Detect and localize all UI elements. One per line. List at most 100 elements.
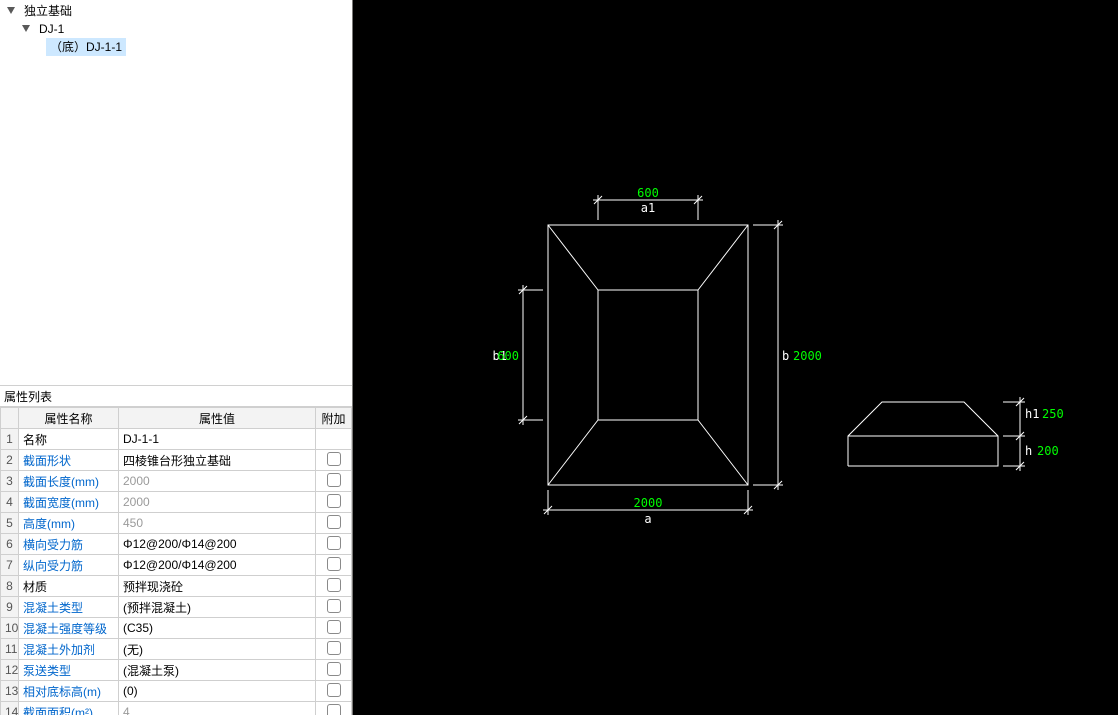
- property-value[interactable]: (无): [119, 639, 316, 660]
- dim-b: b 2000: [753, 220, 822, 490]
- dim-a-value: 2000: [634, 496, 663, 510]
- property-name: 截面宽度(mm): [19, 492, 119, 513]
- property-extra[interactable]: [316, 660, 352, 681]
- col-index-header: [1, 408, 19, 429]
- row-index: 9: [1, 597, 19, 618]
- property-row[interactable]: 2截面形状四棱锥台形独立基础: [1, 450, 352, 471]
- checkbox-icon[interactable]: [327, 578, 341, 592]
- property-row[interactable]: 5高度(mm)450: [1, 513, 352, 534]
- property-extra[interactable]: [316, 597, 352, 618]
- property-value[interactable]: 2000: [119, 492, 316, 513]
- dim-a-label: a: [644, 512, 651, 526]
- col-extra-header: 附加: [316, 408, 352, 429]
- property-row[interactable]: 11混凝土外加剂(无): [1, 639, 352, 660]
- checkbox-icon[interactable]: [327, 704, 341, 715]
- checkbox-icon[interactable]: [327, 452, 341, 466]
- row-index: 2: [1, 450, 19, 471]
- property-value[interactable]: 4: [119, 702, 316, 715]
- property-row[interactable]: 4截面宽度(mm)2000: [1, 492, 352, 513]
- property-row[interactable]: 7纵向受力筋Φ12@200/Φ14@200: [1, 555, 352, 576]
- tree-collapse-icon[interactable]: [21, 24, 31, 34]
- checkbox-icon[interactable]: [327, 494, 341, 508]
- property-value[interactable]: 2000: [119, 471, 316, 492]
- property-extra[interactable]: [316, 555, 352, 576]
- property-value[interactable]: (C35): [119, 618, 316, 639]
- property-name: 横向受力筋: [19, 534, 119, 555]
- property-name: 材质: [19, 576, 119, 597]
- checkbox-icon[interactable]: [327, 662, 341, 676]
- property-name: 混凝土强度等级: [19, 618, 119, 639]
- property-extra[interactable]: [316, 702, 352, 715]
- property-row[interactable]: 1名称DJ-1-1: [1, 429, 352, 450]
- checkbox-icon[interactable]: [327, 515, 341, 529]
- property-value[interactable]: Φ12@200/Φ14@200: [119, 534, 316, 555]
- dim-h1-value: 250: [1042, 407, 1064, 421]
- checkbox-icon[interactable]: [327, 473, 341, 487]
- elevation-view: h 200 h1 250: [848, 397, 1064, 471]
- property-extra[interactable]: [316, 450, 352, 471]
- component-tree: 独立基础 DJ-1 （底）DJ-1-1: [0, 0, 352, 385]
- property-row[interactable]: 13相对底标高(m)(0): [1, 681, 352, 702]
- dim-h: h 200: [1003, 431, 1059, 471]
- property-extra[interactable]: [316, 492, 352, 513]
- property-row[interactable]: 8材质预拌现浇砼: [1, 576, 352, 597]
- property-extra[interactable]: [316, 471, 352, 492]
- tree-node-root[interactable]: 独立基础: [6, 2, 352, 20]
- property-value[interactable]: 四棱锥台形独立基础: [119, 450, 316, 471]
- property-value[interactable]: 450: [119, 513, 316, 534]
- row-index: 6: [1, 534, 19, 555]
- property-row[interactable]: 10混凝土强度等级(C35): [1, 618, 352, 639]
- checkbox-icon[interactable]: [327, 599, 341, 613]
- property-extra[interactable]: [316, 429, 352, 450]
- property-panel-title: 属性列表: [0, 385, 352, 407]
- property-name: 相对底标高(m): [19, 681, 119, 702]
- property-name: 截面面积(m²): [19, 702, 119, 715]
- property-value[interactable]: (预拌混凝土): [119, 597, 316, 618]
- tree-node-item[interactable]: DJ-1: [6, 20, 352, 38]
- property-extra[interactable]: [316, 618, 352, 639]
- property-value[interactable]: (0): [119, 681, 316, 702]
- dim-a: 2000 a: [543, 490, 753, 526]
- row-index: 14: [1, 702, 19, 715]
- property-value[interactable]: Φ12@200/Φ14@200: [119, 555, 316, 576]
- checkbox-icon[interactable]: [327, 557, 341, 571]
- row-index: 1: [1, 429, 19, 450]
- property-name: 纵向受力筋: [19, 555, 119, 576]
- property-name: 高度(mm): [19, 513, 119, 534]
- property-extra[interactable]: [316, 681, 352, 702]
- property-row[interactable]: 3截面长度(mm)2000: [1, 471, 352, 492]
- tree-node-leaf[interactable]: （底）DJ-1-1: [6, 38, 352, 56]
- dim-h1-label: h1: [1025, 407, 1039, 421]
- property-row[interactable]: 14截面面积(m²)4: [1, 702, 352, 715]
- checkbox-icon[interactable]: [327, 620, 341, 634]
- checkbox-icon[interactable]: [327, 683, 341, 697]
- row-index: 12: [1, 660, 19, 681]
- row-index: 10: [1, 618, 19, 639]
- cad-viewport[interactable]: 600 a1 2000 a b 2000: [353, 0, 1118, 715]
- property-extra[interactable]: [316, 576, 352, 597]
- property-grid: 属性名称 属性值 附加 1名称DJ-1-12截面形状四棱锥台形独立基础3截面长度…: [0, 407, 352, 715]
- dim-a1-label: a1: [641, 201, 655, 215]
- property-extra[interactable]: [316, 534, 352, 555]
- checkbox-icon[interactable]: [327, 536, 341, 550]
- property-value[interactable]: DJ-1-1: [119, 429, 316, 450]
- col-value-header: 属性值: [119, 408, 316, 429]
- property-name: 混凝土类型: [19, 597, 119, 618]
- property-extra[interactable]: [316, 639, 352, 660]
- row-index: 8: [1, 576, 19, 597]
- tree-collapse-icon[interactable]: [6, 6, 16, 16]
- property-row[interactable]: 6横向受力筋Φ12@200/Φ14@200: [1, 534, 352, 555]
- checkbox-icon[interactable]: [327, 641, 341, 655]
- dim-b1: b1 600: [493, 285, 543, 425]
- property-value[interactable]: (混凝土泵): [119, 660, 316, 681]
- property-extra[interactable]: [316, 513, 352, 534]
- property-value[interactable]: 预拌现浇砼: [119, 576, 316, 597]
- row-index: 11: [1, 639, 19, 660]
- property-row[interactable]: 12泵送类型(混凝土泵): [1, 660, 352, 681]
- dim-b1-value: 600: [497, 349, 519, 363]
- row-index: 4: [1, 492, 19, 513]
- property-header-row: 属性名称 属性值 附加: [1, 408, 352, 429]
- property-row[interactable]: 9混凝土类型(预拌混凝土): [1, 597, 352, 618]
- cad-drawing: 600 a1 2000 a b 2000: [353, 0, 1118, 715]
- row-index: 13: [1, 681, 19, 702]
